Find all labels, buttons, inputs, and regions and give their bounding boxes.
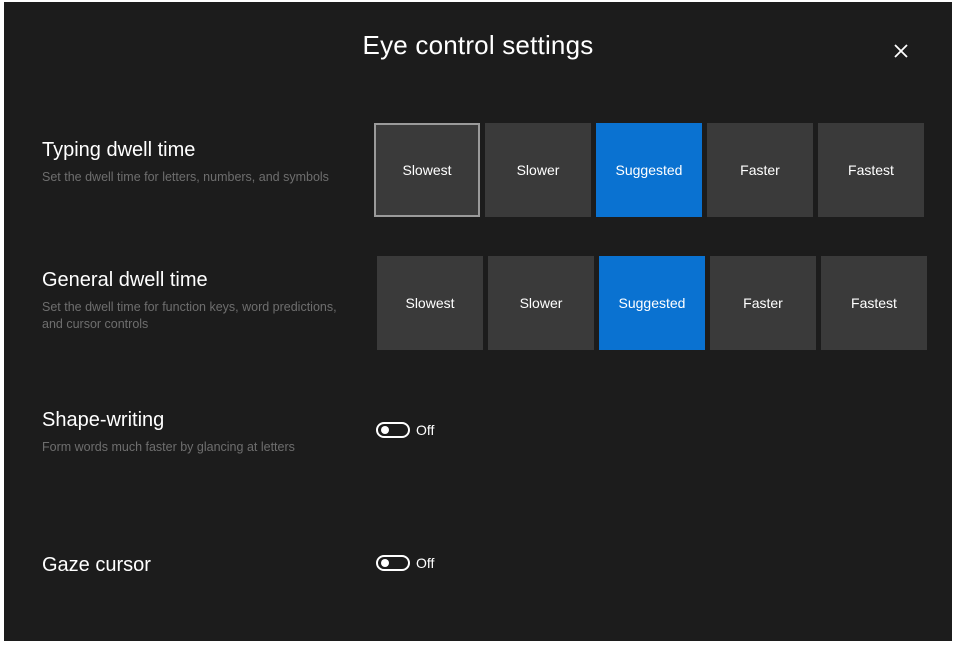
shape-writing-title: Shape-writing — [42, 409, 165, 431]
general-dwell-description: Set the dwell time for function keys, wo… — [42, 300, 337, 331]
typing-dwell-option-slower[interactable]: Slower — [485, 123, 591, 217]
toggle-knob — [381, 426, 389, 434]
page-title: Eye control settings — [362, 30, 594, 60]
typing-dwell-option-fastest[interactable]: Fastest — [818, 123, 924, 217]
general-dwell-option-suggested[interactable]: Suggested — [599, 256, 705, 350]
toggle-switch[interactable] — [376, 422, 410, 438]
typing-dwell-description: Set the dwell time for letters, numbers,… — [42, 170, 329, 184]
general-dwell-option-slowest[interactable]: Slowest — [377, 256, 483, 350]
toggle-switch[interactable] — [376, 555, 410, 571]
gaze-cursor-toggle[interactable]: Off — [376, 555, 434, 571]
typing-dwell-option-faster[interactable]: Faster — [707, 123, 813, 217]
general-dwell-option-fastest[interactable]: Fastest — [821, 256, 927, 350]
general-dwell-label-group: General dwell time Set the dwell time fo… — [42, 268, 352, 333]
close-icon — [886, 36, 916, 66]
gaze-cursor-label-group: Gaze cursor — [42, 553, 151, 577]
typing-dwell-options: Slowest Slower Suggested Faster Fastest — [374, 123, 924, 217]
general-dwell-options: Slowest Slower Suggested Faster Fastest — [377, 256, 927, 350]
general-dwell-option-faster[interactable]: Faster — [710, 256, 816, 350]
eye-control-settings-panel: Eye control settings Typing dwell time S… — [4, 2, 952, 641]
shape-writing-toggle[interactable]: Off — [376, 422, 434, 438]
shape-writing-label-group: Shape-writing Form words much faster by … — [42, 408, 372, 456]
typing-dwell-option-suggested[interactable]: Suggested — [596, 123, 702, 217]
shape-writing-toggle-state: Off — [416, 422, 435, 438]
toggle-knob — [381, 559, 389, 567]
general-dwell-title: General dwell time — [42, 269, 208, 291]
typing-dwell-title: Typing dwell time — [42, 139, 196, 161]
close-button[interactable] — [886, 36, 916, 66]
shape-writing-description: Form words much faster by glancing at le… — [42, 440, 295, 454]
typing-dwell-option-slowest[interactable]: Slowest — [374, 123, 480, 217]
general-dwell-option-slower[interactable]: Slower — [488, 256, 594, 350]
gaze-cursor-toggle-state: Off — [416, 555, 435, 571]
typing-dwell-label-group: Typing dwell time Set the dwell time for… — [42, 138, 352, 186]
gaze-cursor-title: Gaze cursor — [42, 554, 151, 576]
